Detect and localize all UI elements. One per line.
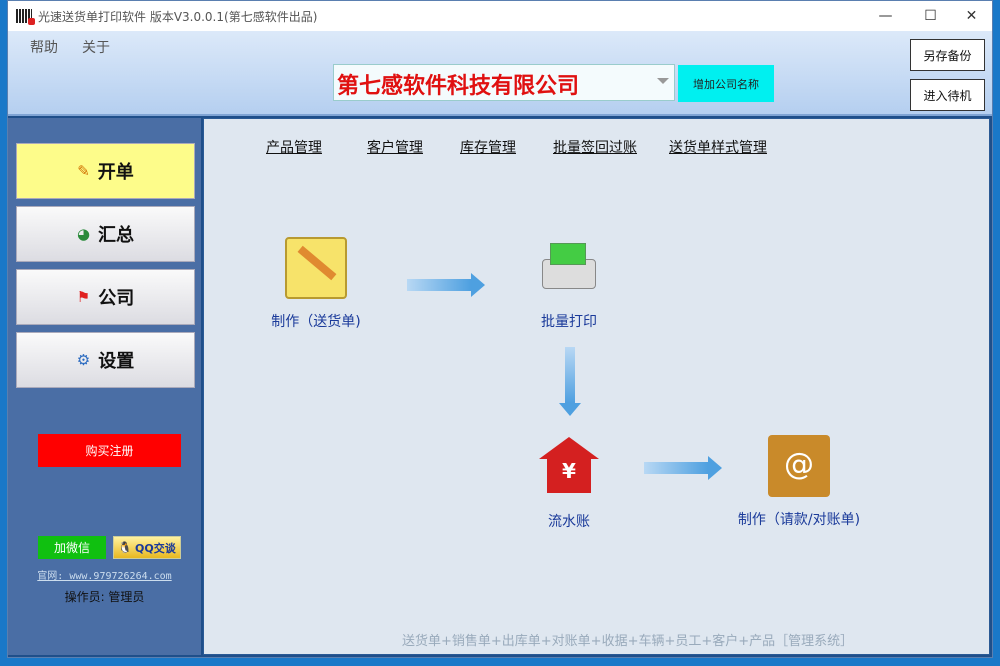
website-link[interactable]: 官网: www.979726264.com (8, 567, 201, 582)
label: 制作（请款/对账单) (737, 512, 861, 528)
address-book-icon: @ (768, 435, 830, 497)
notepad-pencil-icon (285, 237, 347, 299)
sidebar-item-company[interactable]: ⚑ 公司 (16, 269, 195, 325)
label: 批量打印 (541, 314, 597, 330)
label: 流水账 (548, 514, 590, 530)
pie-chart-icon: ◕ (76, 225, 91, 243)
label: 汇总 (98, 225, 135, 246)
make-statement-button[interactable]: @ 制作（请款/对账单) (724, 435, 874, 529)
yen-house-icon: ¥ (538, 437, 600, 499)
tab-products[interactable]: 产品管理 (266, 137, 322, 157)
arrow-right-icon (644, 456, 722, 480)
minimize-button[interactable]: — (863, 1, 908, 31)
maximize-button[interactable]: ☐ (908, 1, 953, 31)
arrow-right-icon (407, 273, 485, 297)
flag-icon: ⚑ (76, 288, 91, 306)
footer-text: 送货单+销售单+出库单+对账单+收据+车辆+员工+客户+产品［管理系统］ (402, 634, 854, 649)
title-bar: 光速送货单打印软件 版本V3.0.0.1(第七感软件出品) — ☐ ✕ (8, 1, 992, 31)
close-button[interactable]: ✕ (949, 1, 994, 31)
batch-print-button[interactable]: 批量打印 (519, 237, 619, 331)
make-delivery-button[interactable]: 制作（送货单) (256, 237, 376, 331)
header: 帮助 关于 第七感软件科技有限公司 增加公司名称 另存备份 进入待机 (8, 31, 992, 116)
company-select[interactable]: 第七感软件科技有限公司 (333, 64, 675, 101)
operator-label: 操作员: 管理员 (64, 590, 145, 604)
label: 设置 (98, 351, 135, 372)
main-panel: 产品管理 客户管理 库存管理 批量签回过账 送货单样式管理 制作（送货单) 批量… (203, 118, 990, 655)
sidebar-item-billing[interactable]: ✎ 开单 (16, 143, 195, 199)
tab-customers[interactable]: 客户管理 (367, 137, 423, 157)
company-name: 第七感软件科技有限公司 (337, 74, 580, 99)
label: 制作（送货单) (271, 314, 361, 330)
gear-icon: ⚙ (76, 351, 91, 369)
pencil-icon: ✎ (77, 162, 90, 180)
buy-register-button[interactable]: 购买注册 (38, 434, 181, 467)
add-company-button[interactable]: 增加公司名称 (678, 65, 774, 102)
ledger-button[interactable]: ¥ 流水账 (519, 437, 619, 531)
standby-button[interactable]: 进入待机 (910, 79, 985, 111)
sidebar-item-summary[interactable]: ◕ 汇总 (16, 206, 195, 262)
window-title: 光速送货单打印软件 版本V3.0.0.1(第七感软件出品) (38, 9, 318, 24)
label: 开单 (97, 162, 134, 183)
chevron-down-icon (657, 78, 669, 90)
app-icon (16, 9, 35, 25)
label: QQ交谈 (135, 541, 176, 555)
app-window: 光速送货单打印软件 版本V3.0.0.1(第七感软件出品) — ☐ ✕ 帮助 关… (7, 0, 993, 658)
qq-penguin-icon: 🐧 (118, 541, 132, 554)
sidebar: ✎ 开单 ◕ 汇总 ⚑ 公司 ⚙ 设置 购买注册 加微信 🐧 QQ交谈 官网: www.9… (8, 118, 201, 655)
menu-about[interactable]: 关于 (82, 37, 110, 57)
arrow-down-icon (559, 347, 581, 416)
sidebar-item-settings[interactable]: ⚙ 设置 (16, 332, 195, 388)
wechat-button[interactable]: 加微信 (38, 536, 106, 559)
printer-icon (538, 237, 600, 299)
backup-button[interactable]: 另存备份 (910, 39, 985, 71)
label: 公司 (98, 288, 135, 309)
tab-delivery-style[interactable]: 送货单样式管理 (669, 137, 767, 157)
tab-inventory[interactable]: 库存管理 (460, 137, 516, 157)
qq-chat-button[interactable]: 🐧 QQ交谈 (113, 536, 181, 559)
menu-help[interactable]: 帮助 (30, 37, 58, 57)
tab-batch-signback[interactable]: 批量签回过账 (553, 137, 637, 157)
